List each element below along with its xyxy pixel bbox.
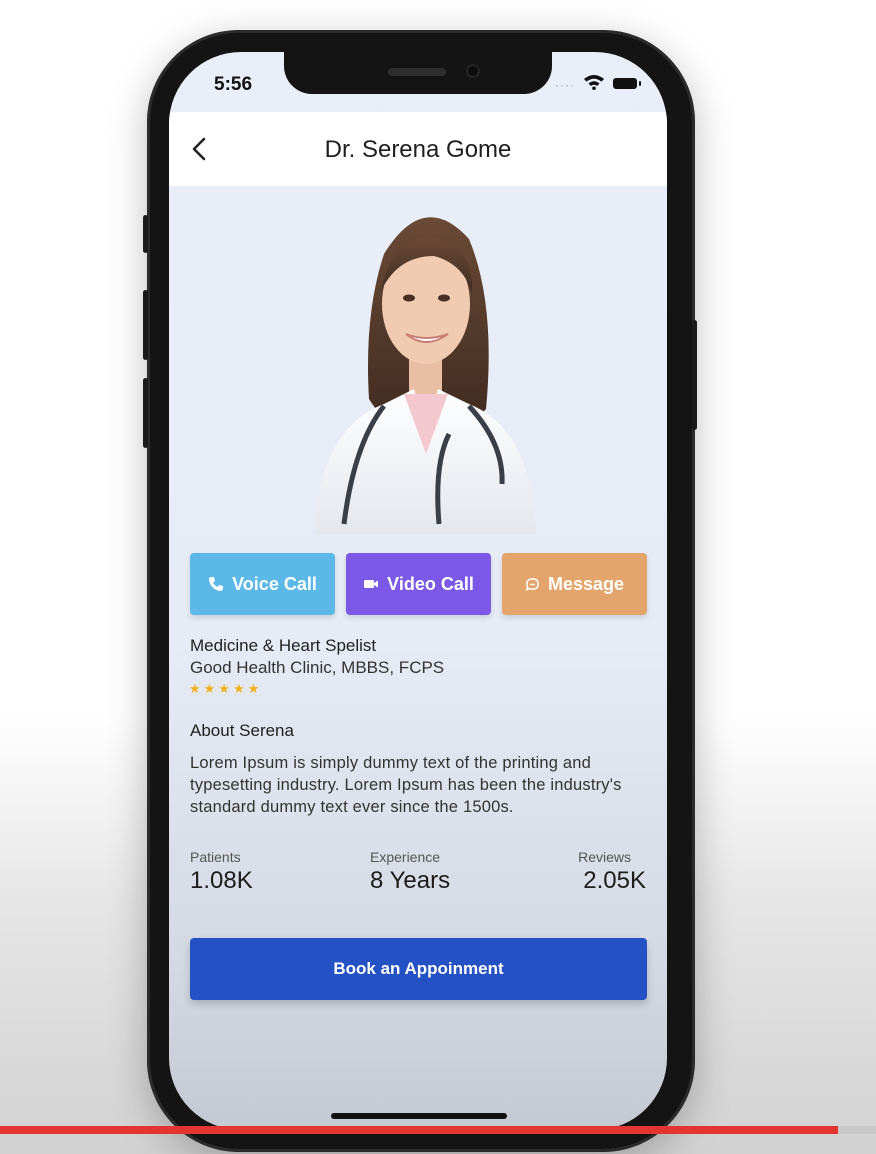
voice-call-button[interactable]: Voice Call xyxy=(190,553,335,615)
contact-actions: Voice Call Video Call Message xyxy=(190,553,648,615)
front-camera xyxy=(468,66,478,76)
power-button xyxy=(692,320,697,430)
video-progress-bar[interactable] xyxy=(0,1126,876,1134)
message-bubble-icon xyxy=(525,577,539,591)
video-call-label: Video Call xyxy=(387,573,474,594)
volume-down-button xyxy=(143,378,148,448)
app-header: Dr. Serena Gome xyxy=(169,112,667,186)
doctor-clinic: Good Health Clinic, MBBS, FCPS xyxy=(190,658,445,677)
mute-switch xyxy=(143,215,148,253)
video-progress-fill xyxy=(0,1126,839,1134)
speaker xyxy=(388,68,446,76)
stat-experience-value: 8 Years xyxy=(370,867,451,894)
status-time: 5:56 xyxy=(214,74,253,95)
rating-stars: ★★★★★ xyxy=(189,681,263,696)
stat-patients-value: 1.08K xyxy=(190,867,253,894)
book-appointment-button[interactable]: Book an Appoinment xyxy=(190,938,647,1000)
message-button[interactable]: Message xyxy=(502,553,647,615)
doctor-specialty: Medicine & Heart Spelist xyxy=(190,636,377,655)
signal-icon: ···· xyxy=(555,78,575,92)
page-title: Dr. Serena Gome xyxy=(324,136,512,163)
stat-patients-label: Patients xyxy=(190,849,241,865)
video-call-button[interactable]: Video Call xyxy=(346,553,491,615)
stat-experience-label: Experience xyxy=(370,849,441,865)
about-text: Lorem Ipsum is simply dummy text of the … xyxy=(190,754,622,816)
home-indicator[interactable] xyxy=(331,1113,507,1119)
phone-icon xyxy=(209,577,224,591)
notch xyxy=(284,52,552,94)
app-screen: 5:56 ···· Dr. Serena Gome Voice Call Vid… xyxy=(169,52,667,1130)
volume-up-button xyxy=(143,290,148,360)
battery-icon xyxy=(613,78,641,89)
doctor-photo xyxy=(314,217,536,534)
wifi-icon xyxy=(584,75,604,90)
stat-reviews-value: 2.05K xyxy=(583,867,646,894)
message-label: Message xyxy=(547,573,625,594)
stat-reviews-label: Reviews xyxy=(578,849,631,865)
about-heading: About Serena xyxy=(190,721,294,740)
voice-call-label: Voice Call xyxy=(232,573,317,594)
video-camera-icon xyxy=(364,580,379,588)
